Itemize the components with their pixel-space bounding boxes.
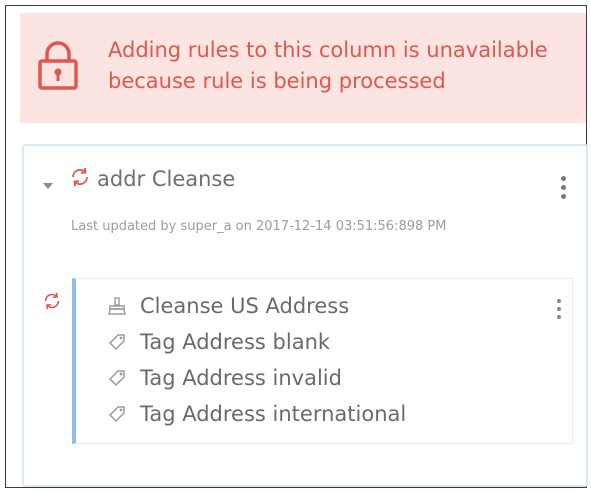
subrule-label: Cleanse US Address <box>140 294 350 318</box>
rule-title[interactable]: addr Cleanse <box>97 167 235 191</box>
subrule-label: Tag Address international <box>140 402 407 426</box>
last-updated-text: Last updated by super_a on 2017-12-14 03… <box>71 219 447 234</box>
sync-icon <box>69 166 91 192</box>
tag-icon <box>104 330 130 354</box>
subrule-group: Cleanse US Address Tag Address blank Tag… <box>72 278 573 444</box>
banner-message: Adding rules to this column is unavailab… <box>108 38 548 93</box>
rule-menu-kebab-icon[interactable] <box>561 176 566 203</box>
subrule-label: Tag Address invalid <box>140 366 342 390</box>
subrule-item-cleanse-us-address[interactable]: Cleanse US Address <box>104 291 349 321</box>
cleanse-icon <box>104 294 130 318</box>
tag-icon <box>104 366 130 390</box>
subrule-label: Tag Address blank <box>140 330 331 354</box>
caret-down-icon[interactable] <box>42 175 54 194</box>
tag-icon <box>104 402 130 426</box>
subrule-menu-kebab-icon[interactable] <box>557 299 561 323</box>
subrule-item-tag-address-blank[interactable]: Tag Address blank <box>104 327 330 357</box>
rule-card: addr Cleanse Last updated by super_a on … <box>22 144 588 487</box>
lock-icon <box>38 40 78 94</box>
subrule-item-tag-address-invalid[interactable]: Tag Address invalid <box>104 363 342 393</box>
subrule-item-tag-address-international[interactable]: Tag Address international <box>104 399 406 429</box>
unavailable-banner: Adding rules to this column is unavailab… <box>20 13 586 123</box>
sync-icon <box>42 291 62 315</box>
